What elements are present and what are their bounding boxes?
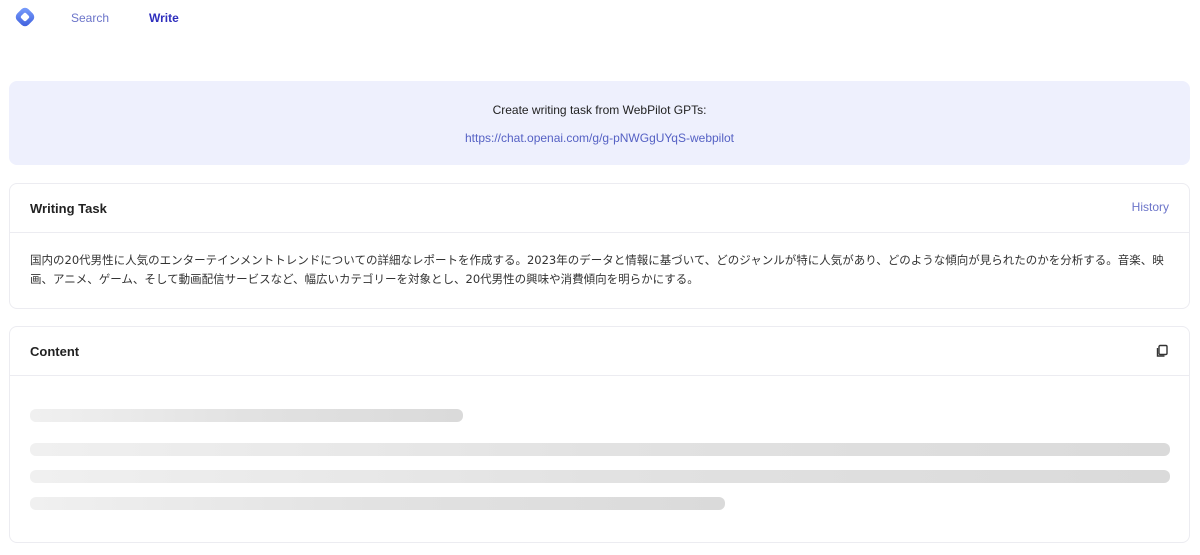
loading-skeleton-line [30,409,463,422]
writing-task-header: Writing Task History [10,184,1189,233]
history-link[interactable]: History [1132,200,1169,214]
loading-skeleton-line [30,470,1170,483]
loading-skeleton-line [30,497,725,510]
gpts-banner: Create writing task from WebPilot GPTs: … [9,81,1190,165]
writing-task-text: 国内の20代男性に人気のエンターテインメントトレンドについての詳細なレポートを作… [30,253,1164,286]
writing-task-title: Writing Task [30,201,107,216]
writing-task-card: Writing Task History 国内の20代男性に人気のエンターテイン… [9,183,1190,309]
banner-title: Create writing task from WebPilot GPTs: [492,103,707,117]
nav-write-link[interactable]: Write [149,11,179,25]
webpilot-gpts-link[interactable]: https://chat.openai.com/g/g-pNWGgUYqS-we… [9,131,1190,145]
nav-search-link[interactable]: Search [71,11,109,25]
content-card: Content [9,326,1190,543]
content-title: Content [30,344,80,359]
copy-icon[interactable] [1155,344,1169,358]
content-header: Content [10,327,1189,376]
webpilot-logo-icon[interactable] [14,6,36,28]
top-nav: Search Write [0,0,1200,40]
loading-skeleton-line [30,443,1170,456]
